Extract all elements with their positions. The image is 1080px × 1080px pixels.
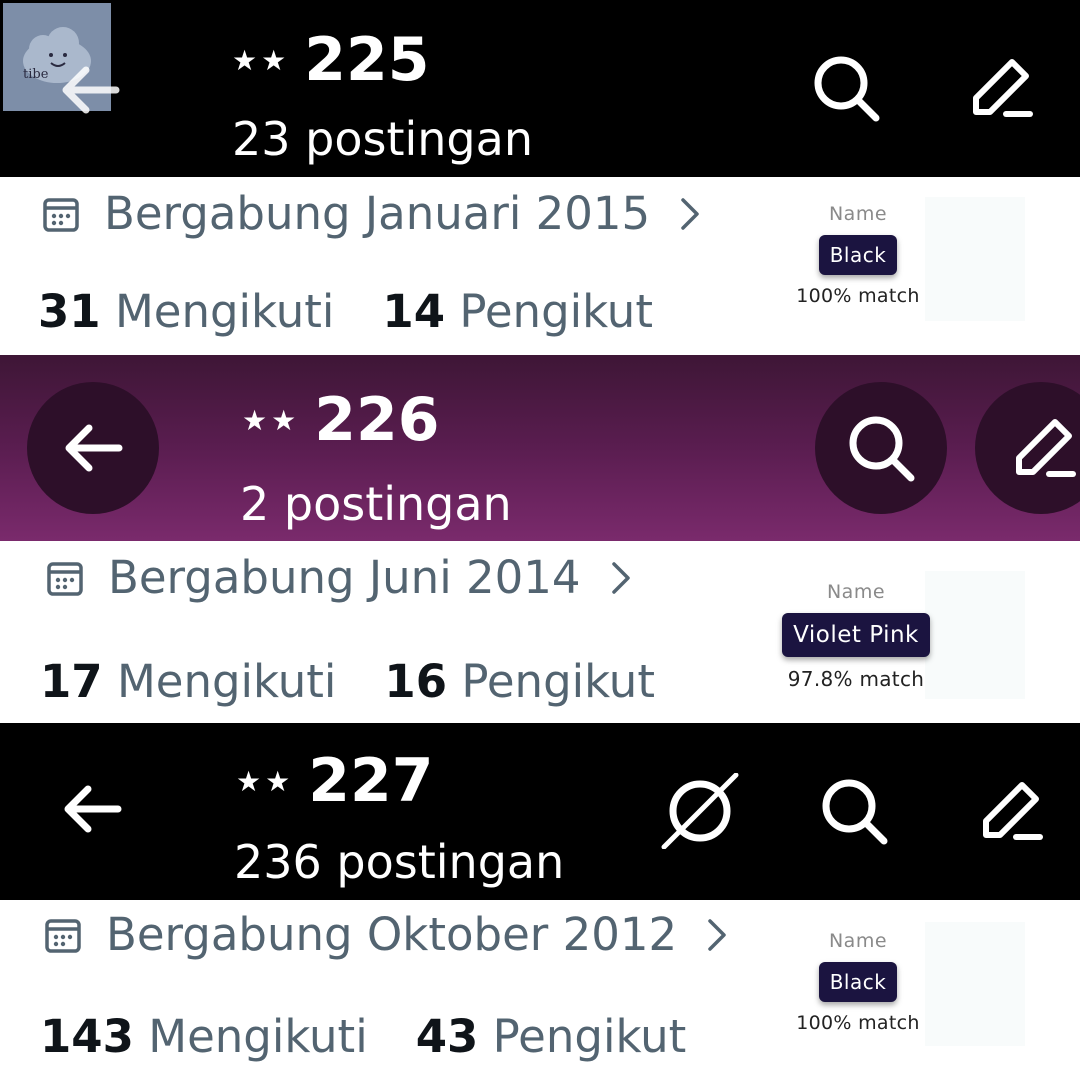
search-button[interactable] xyxy=(810,52,882,124)
followers-label: Pengikut xyxy=(492,1010,687,1063)
search-icon xyxy=(822,779,888,845)
following-link[interactable]: 143 Mengikuti xyxy=(40,1010,368,1063)
search-button[interactable] xyxy=(815,382,947,514)
joined-date: Bergabung Juni 2014 xyxy=(108,551,581,604)
profile-info-225: Bergabung Januari 2015 31 Mengikuti 14 Pe… xyxy=(0,177,1080,355)
follow-stats: 17 Mengikuti 16 Pengikut xyxy=(40,655,655,708)
search-icon xyxy=(849,416,915,482)
profile-header-227: ★★ 227 236 postingan xyxy=(0,723,1080,900)
back-button[interactable] xyxy=(60,777,124,841)
followers-label: Pengikut xyxy=(459,285,653,338)
followers-count: 14 xyxy=(382,285,446,338)
edit-icon xyxy=(973,59,1033,117)
post-count: 2 postingan xyxy=(240,477,512,531)
color-match: 100% match xyxy=(796,1012,920,1034)
search-icon xyxy=(814,56,880,122)
chevron-right-icon xyxy=(681,197,699,230)
following-label: Mengikuti xyxy=(148,1010,368,1063)
joined-date: Bergabung Oktober 2012 xyxy=(106,908,678,961)
profile-header-226: ★★ 226 2 postingan xyxy=(0,355,1080,541)
title: ★★ 225 xyxy=(232,30,429,90)
joined-row[interactable]: Bergabung Juni 2014 xyxy=(46,551,633,604)
title-stars: ★★ xyxy=(242,404,301,437)
followers-label: Pengikut xyxy=(461,655,655,708)
search-button[interactable] xyxy=(818,775,890,847)
color-name-widget: Name Black 100% match xyxy=(743,930,973,1034)
post-count: 23 postingan xyxy=(232,112,533,166)
joined-date: Bergabung Januari 2015 xyxy=(104,187,651,240)
followers-count: 43 xyxy=(415,1010,479,1063)
title-stars: ★★ xyxy=(236,765,295,798)
color-name-pill: Black xyxy=(818,962,898,1002)
following-count: 31 xyxy=(38,285,101,338)
follow-stats: 31 Mengikuti 14 Pengikut xyxy=(38,285,653,338)
title-number: 226 xyxy=(314,385,440,455)
followers-count: 16 xyxy=(384,655,448,708)
color-name-widget: Name Black 100% match xyxy=(743,203,973,307)
title-number: 225 xyxy=(304,25,430,95)
post-count: 236 postingan xyxy=(234,835,565,889)
color-name-label: Name xyxy=(828,930,888,952)
back-button[interactable] xyxy=(58,58,122,122)
color-match: 97.8% match xyxy=(787,667,925,691)
following-count: 17 xyxy=(40,655,103,708)
following-label: Mengikuti xyxy=(114,285,335,338)
back-button[interactable] xyxy=(27,382,159,514)
no-sign-button[interactable] xyxy=(660,773,740,849)
back-arrow-icon xyxy=(62,66,120,114)
following-link[interactable]: 17 Mengikuti xyxy=(40,655,336,708)
chevron-right-icon xyxy=(611,561,630,594)
color-match: 100% match xyxy=(796,285,920,307)
color-name-widget: Name Violet Pink 97.8% match xyxy=(741,581,971,691)
no-sign-icon xyxy=(661,773,739,849)
followers-link[interactable]: 43 Pengikut xyxy=(416,1010,687,1063)
joined-row[interactable]: Bergabung Oktober 2012 xyxy=(44,908,729,961)
back-arrow-icon xyxy=(64,785,122,833)
color-name-label: Name xyxy=(828,203,888,225)
title-number: 227 xyxy=(308,746,434,816)
color-name-pill: Black xyxy=(818,235,898,275)
following-link[interactable]: 31 Mengikuti xyxy=(38,285,334,338)
edit-button[interactable] xyxy=(975,382,1080,514)
title: ★★ 226 xyxy=(242,390,439,450)
joined-row[interactable]: Bergabung Januari 2015 xyxy=(42,187,702,240)
following-count: 143 xyxy=(40,1010,134,1063)
followers-link[interactable]: 14 Pengikut xyxy=(382,285,653,338)
color-name-pill: Violet Pink xyxy=(782,613,930,657)
edit-button[interactable] xyxy=(966,52,1038,124)
profile-info-227: Bergabung Oktober 2012 143 Mengikuti 43 P… xyxy=(0,900,1080,1080)
edit-icon xyxy=(1016,419,1076,477)
profile-info-226: Bergabung Juni 2014 17 Mengikuti 16 Pengi… xyxy=(0,541,1080,723)
calendar-icon xyxy=(47,561,83,596)
calendar-icon xyxy=(45,918,81,953)
avatar-text: tibe xyxy=(23,67,49,82)
edit-icon xyxy=(983,782,1043,840)
title: ★★ 227 xyxy=(236,751,433,811)
chevron-right-icon xyxy=(708,918,726,951)
followers-link[interactable]: 16 Pengikut xyxy=(384,655,655,708)
back-arrow-icon xyxy=(65,424,123,472)
follow-stats: 143 Mengikuti 43 Pengikut xyxy=(40,1010,686,1063)
profile-header-225: tibe ★★ 225 23 postingan xyxy=(0,0,1080,177)
title-stars: ★★ xyxy=(232,44,291,77)
edit-button[interactable] xyxy=(976,775,1048,847)
following-label: Mengikuti xyxy=(116,655,337,708)
calendar-icon xyxy=(43,197,79,232)
color-name-label: Name xyxy=(826,581,886,603)
